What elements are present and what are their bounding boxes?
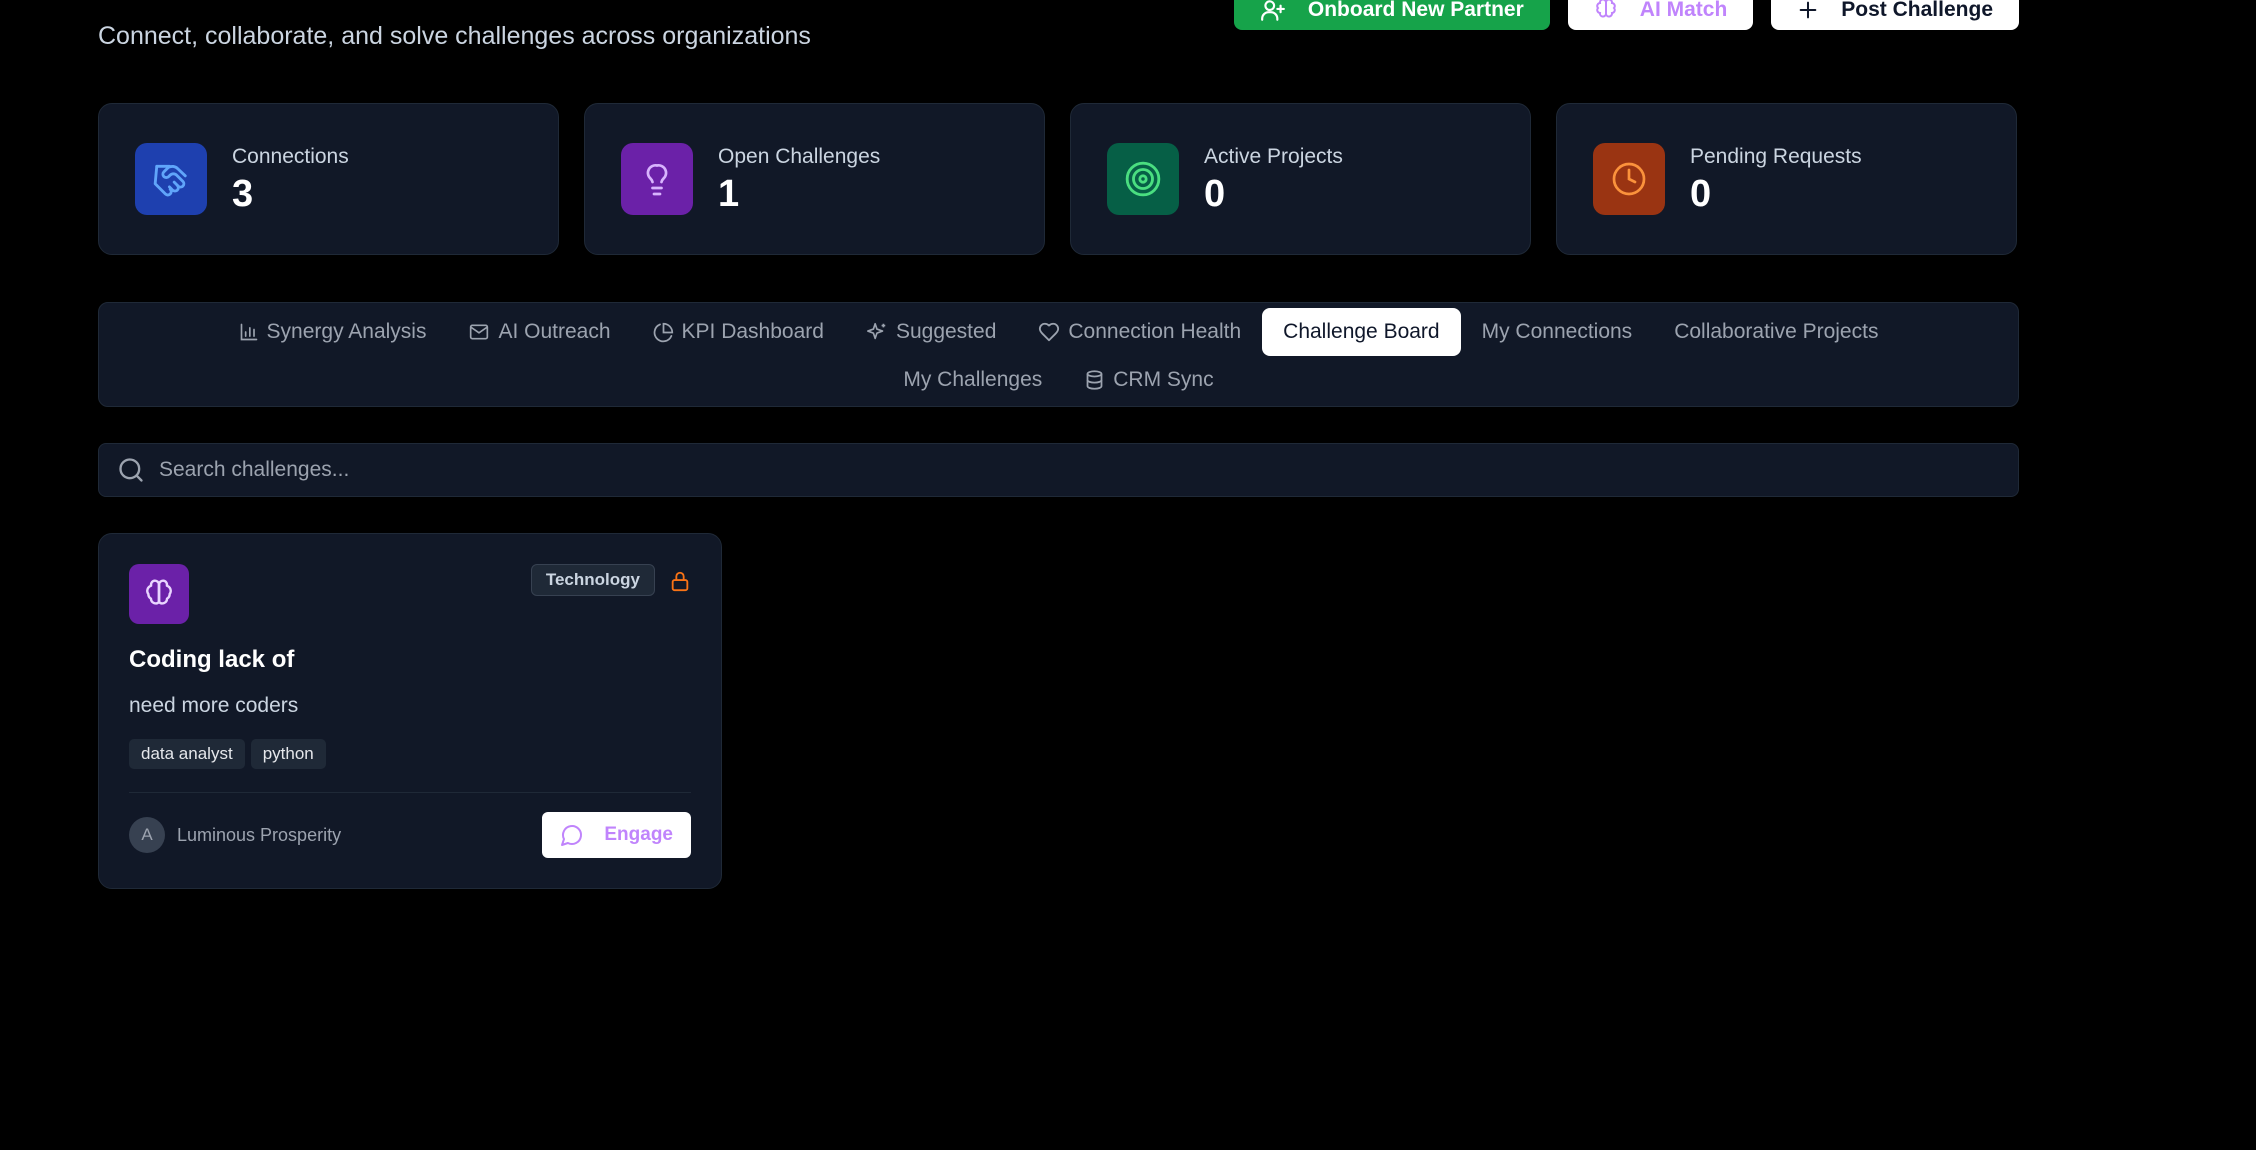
mail-icon [468, 322, 490, 342]
tab-label: AI Outreach [498, 320, 611, 343]
message-circle-icon [560, 823, 584, 847]
tab-collaborative-projects[interactable]: Collaborative Projects [1653, 308, 1899, 356]
search-icon [117, 456, 145, 484]
engage-label: Engage [604, 824, 673, 845]
handshake-icon [135, 143, 207, 215]
tab-label: My Connections [1481, 320, 1633, 343]
stat-label: Pending Requests [1690, 145, 1862, 168]
lock-icon [669, 569, 691, 593]
plus-icon [1797, 0, 1819, 21]
user-plus-icon [1260, 0, 1286, 23]
stat-card-connections: Connections 3 [98, 103, 559, 255]
stat-label: Active Projects [1204, 145, 1343, 168]
tab-crm-sync[interactable]: CRM Sync [1063, 356, 1234, 404]
divider [129, 792, 691, 793]
stat-label: Open Challenges [718, 145, 881, 168]
ai-match-label: AI Match [1639, 0, 1728, 21]
tab-label: Synergy Analysis [266, 320, 427, 343]
stat-label: Connections [232, 145, 349, 168]
bar-chart-icon [239, 322, 259, 342]
stat-value: 3 [232, 173, 254, 215]
heart-icon [1038, 321, 1060, 343]
tab-label: My Challenges [903, 368, 1043, 391]
tab-label: KPI Dashboard [681, 320, 824, 343]
challenge-tags: data analyst python [129, 739, 326, 769]
onboard-partner-label: Onboard New Partner [1307, 0, 1524, 21]
stat-value: 1 [718, 173, 740, 215]
stat-card-active-projects: Active Projects 0 [1070, 103, 1531, 255]
onboard-partner-button[interactable]: Onboard New Partner [1233, 0, 1550, 30]
tab-my-connections[interactable]: My Connections [1461, 308, 1654, 356]
sparkles-icon [866, 321, 888, 343]
brain-icon [129, 564, 189, 624]
tab-my-challenges[interactable]: My Challenges [882, 356, 1063, 404]
organization-name: Luminous Prosperity [177, 824, 342, 845]
challenge-card[interactable]: Technology Coding lack of need more code… [98, 533, 722, 889]
stat-value: 0 [1204, 173, 1226, 215]
challenge-organization: A Luminous Prosperity [129, 817, 341, 853]
tab-label: Collaborative Projects [1674, 320, 1879, 343]
pie-chart-icon [653, 322, 674, 343]
tab-label: Connection Health [1068, 320, 1242, 343]
tab-challenge-board[interactable]: Challenge Board [1262, 308, 1461, 356]
search-bar [98, 443, 2019, 497]
clock-icon [1593, 143, 1665, 215]
search-input[interactable] [159, 458, 1959, 482]
tab-label: Challenge Board [1283, 320, 1440, 343]
database-icon [1084, 369, 1105, 391]
tab-ai-outreach[interactable]: AI Outreach [447, 308, 631, 356]
tab-connection-health[interactable]: Connection Health [1017, 308, 1262, 356]
ai-match-button[interactable]: AI Match [1567, 0, 1754, 30]
tab-label: Suggested [895, 320, 997, 343]
post-challenge-label: Post Challenge [1841, 0, 1993, 21]
post-challenge-button[interactable]: Post Challenge [1771, 0, 2019, 30]
stat-value: 0 [1690, 173, 1712, 215]
stat-card-pending-requests: Pending Requests 0 [1556, 103, 2017, 255]
brain-icon [1594, 0, 1618, 22]
page-subtitle: Connect, collaborate, and solve challeng… [98, 22, 811, 50]
skill-tag: data analyst [129, 739, 245, 769]
tab-synergy-analysis[interactable]: Synergy Analysis [218, 308, 448, 356]
category-badge: Technology [530, 564, 655, 596]
tab-label: CRM Sync [1113, 368, 1214, 391]
avatar: A [129, 817, 165, 853]
stat-card-open-challenges: Open Challenges 1 [584, 103, 1045, 255]
lightbulb-icon [621, 143, 693, 215]
tab-bar: Synergy Analysis AI Outreach KPI Dashboa… [98, 302, 2019, 407]
tab-suggested[interactable]: Suggested [845, 308, 1017, 356]
target-icon [1107, 143, 1179, 215]
skill-tag: python [250, 739, 326, 769]
stats-row: Connections 3 Open Challenges 1 Active P… [98, 103, 2017, 255]
tab-kpi-dashboard[interactable]: KPI Dashboard [632, 308, 845, 356]
header-actions: Onboard New Partner AI Match Post Challe… [1233, 0, 2019, 30]
challenge-title: Coding lack of [129, 646, 295, 673]
engage-button[interactable]: Engage [542, 812, 691, 858]
challenge-description: need more coders [129, 694, 299, 717]
